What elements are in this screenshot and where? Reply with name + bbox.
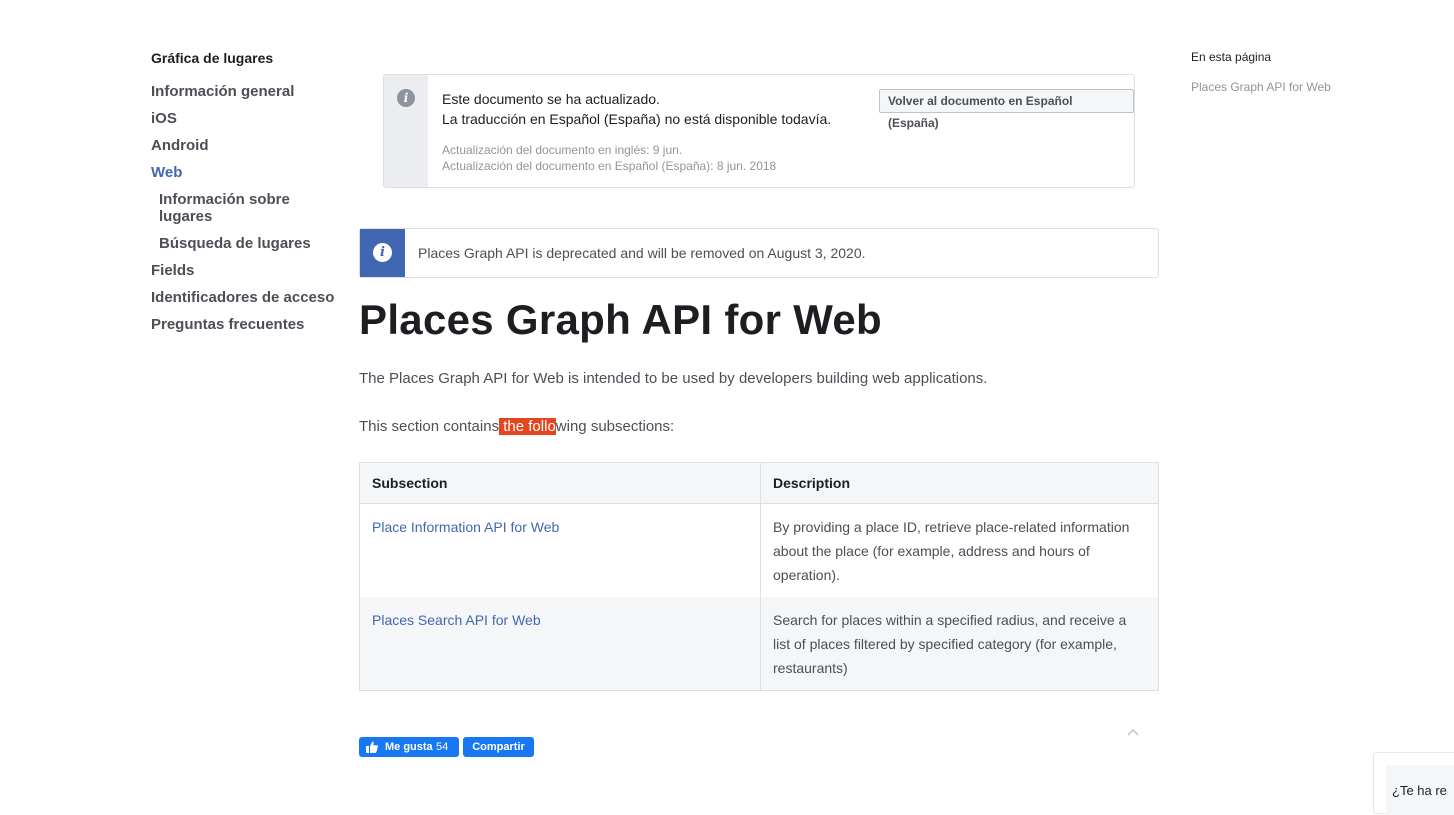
table-row: Place Information API for Web By providi… <box>359 503 1159 597</box>
toc-link[interactable]: Places Graph API for Web <box>1191 80 1391 94</box>
notice-date-english: Actualización del documento en inglés: 9… <box>442 143 683 157</box>
sidebar-item-fields[interactable]: Fields <box>151 262 341 280</box>
thumbs-up-icon <box>366 741 378 753</box>
on-this-page-toc: En esta página Places Graph API for Web <box>1191 50 1391 94</box>
like-count: 54 <box>436 741 449 753</box>
feedback-widget[interactable]: ¿Te ha re <box>1373 752 1454 815</box>
column-header-subsection: Subsection <box>359 462 761 504</box>
notice-date-spanish: Actualización del documento en Español (… <box>442 159 777 173</box>
notice-line-1: Este documento se ha actualizado. <box>442 91 660 107</box>
like-button[interactable]: Me gusta 54 <box>359 737 459 757</box>
section-paragraph: This section contains the following subs… <box>359 418 674 435</box>
feedback-text: ¿Te ha re <box>1392 783 1447 798</box>
page-title: Places Graph API for Web <box>359 296 883 343</box>
notice-line-2: La traducción en Español (España) no est… <box>442 111 832 127</box>
table-cell-description: By providing a place ID, retrieve place-… <box>760 503 1159 597</box>
translation-notice: i Este documento se ha actualizado. La t… <box>383 74 1135 188</box>
notice-icon-bar: i <box>384 75 428 187</box>
sidebar-subitem-place-search[interactable]: Búsqueda de lugares <box>151 235 341 252</box>
places-search-link[interactable]: Places Search API for Web <box>372 612 541 628</box>
intro-paragraph: The Places Graph API for Web is intended… <box>359 370 988 387</box>
text-selection-highlight: the follo <box>499 418 556 435</box>
sidebar-nav: Gráfica de lugares Información general i… <box>151 50 341 343</box>
chevron-up-icon[interactable] <box>1126 726 1140 738</box>
sidebar-subitem-place-info[interactable]: Información sobre lugares <box>151 191 341 225</box>
table-cell-subsection: Place Information API for Web <box>359 503 761 597</box>
section-text-after: wing subsections: <box>555 418 675 435</box>
back-to-spanish-button[interactable]: Volver al documento en Español (España) <box>879 89 1134 130</box>
sidebar-item-android[interactable]: Android <box>151 137 341 155</box>
table-cell-subsection: Places Search API for Web <box>359 597 761 691</box>
deprecation-icon-bar: i <box>360 229 405 277</box>
toc-heading: En esta página <box>1191 50 1272 64</box>
deprecation-notice: i Places Graph API is deprecated and wil… <box>359 228 1159 278</box>
subsections-table: Subsection Description Place Information… <box>359 462 1159 691</box>
sidebar-item-web[interactable]: Web <box>151 164 341 182</box>
info-icon: i <box>397 89 415 107</box>
sidebar-item-access-tokens[interactable]: Identificadores de acceso <box>151 289 341 307</box>
share-button[interactable]: Compartir <box>463 737 534 757</box>
place-information-link[interactable]: Place Information API for Web <box>372 519 559 535</box>
table-cell-description: Search for places within a specified rad… <box>760 597 1159 691</box>
sidebar-item-overview[interactable]: Información general <box>151 83 341 101</box>
table-row: Places Search API for Web Search for pla… <box>359 597 1159 691</box>
section-text-before: This section contains <box>359 418 500 435</box>
sidebar-item-faq[interactable]: Preguntas frecuentes <box>151 316 341 334</box>
like-label: Me gusta <box>385 741 433 753</box>
table-header-row: Subsection Description <box>359 462 1159 504</box>
deprecation-text: Places Graph API is deprecated and will … <box>418 245 866 261</box>
sidebar-item-ios[interactable]: iOS <box>151 110 341 128</box>
column-header-description: Description <box>760 462 1159 504</box>
info-icon: i <box>373 243 392 262</box>
sidebar-title: Gráfica de lugares <box>151 50 274 66</box>
